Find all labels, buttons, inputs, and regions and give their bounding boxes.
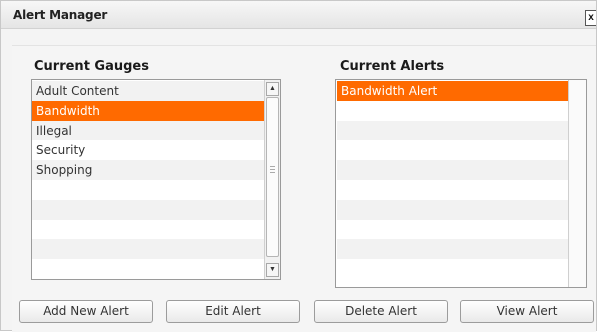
window-title: Alert Manager bbox=[13, 8, 108, 22]
title-bar: Alert Manager x bbox=[1, 1, 596, 29]
thumb-grip-line bbox=[270, 172, 275, 173]
add-new-alert-button[interactable]: Add New Alert bbox=[19, 300, 153, 323]
empty-row bbox=[32, 220, 264, 240]
gauges-list[interactable]: Adult Content Bandwidth Illegal Security Sho… bbox=[31, 79, 281, 280]
scroll-up-button[interactable]: ▲ bbox=[266, 82, 279, 96]
empty-row bbox=[32, 180, 264, 200]
empty-row bbox=[337, 220, 568, 240]
alert-list-item[interactable]: Bandwidth Alert bbox=[337, 81, 568, 101]
gauges-scrollbar[interactable]: ▲ ▼ bbox=[264, 80, 280, 279]
arrow-up-icon: ▲ bbox=[269, 85, 276, 92]
empty-row bbox=[337, 239, 568, 260]
scroll-down-button[interactable]: ▼ bbox=[266, 263, 279, 277]
gauges-rows: Adult Content Bandwidth Illegal Security Sho… bbox=[32, 81, 264, 279]
alerts-scroll-gutter bbox=[568, 80, 586, 287]
view-alert-button[interactable]: View Alert bbox=[460, 300, 594, 323]
empty-row bbox=[337, 180, 568, 200]
gauge-list-item[interactable]: Illegal bbox=[32, 120, 264, 141]
close-icon[interactable]: x bbox=[585, 10, 596, 26]
empty-row bbox=[32, 239, 264, 260]
scroll-thumb[interactable] bbox=[266, 97, 279, 257]
delete-alert-button[interactable]: Delete Alert bbox=[314, 300, 448, 323]
gauge-list-item[interactable]: Adult Content bbox=[32, 81, 264, 101]
alert-manager-window: Alert Manager x Current Gauges Current A… bbox=[0, 0, 597, 332]
empty-row bbox=[337, 101, 568, 121]
empty-row bbox=[32, 199, 264, 220]
gauge-list-item[interactable]: Shopping bbox=[32, 160, 264, 180]
arrow-down-icon: ▼ bbox=[269, 266, 276, 273]
thumb-grip-line bbox=[270, 166, 275, 167]
alerts-rows: Bandwidth Alert bbox=[337, 81, 568, 279]
empty-row bbox=[32, 259, 264, 279]
empty-row bbox=[337, 140, 568, 160]
gauges-panel-title: Current Gauges bbox=[34, 59, 149, 74]
thumb-grip-line bbox=[270, 169, 275, 170]
gauge-list-item[interactable]: Bandwidth bbox=[32, 100, 264, 121]
empty-row bbox=[337, 199, 568, 220]
edit-alert-button[interactable]: Edit Alert bbox=[166, 300, 300, 323]
alerts-list[interactable]: Bandwidth Alert bbox=[335, 79, 587, 288]
alerts-panel-title: Current Alerts bbox=[340, 59, 445, 74]
gauge-list-item[interactable]: Security bbox=[32, 140, 264, 160]
empty-row bbox=[337, 120, 568, 141]
empty-row bbox=[337, 259, 568, 279]
empty-row bbox=[337, 160, 568, 180]
